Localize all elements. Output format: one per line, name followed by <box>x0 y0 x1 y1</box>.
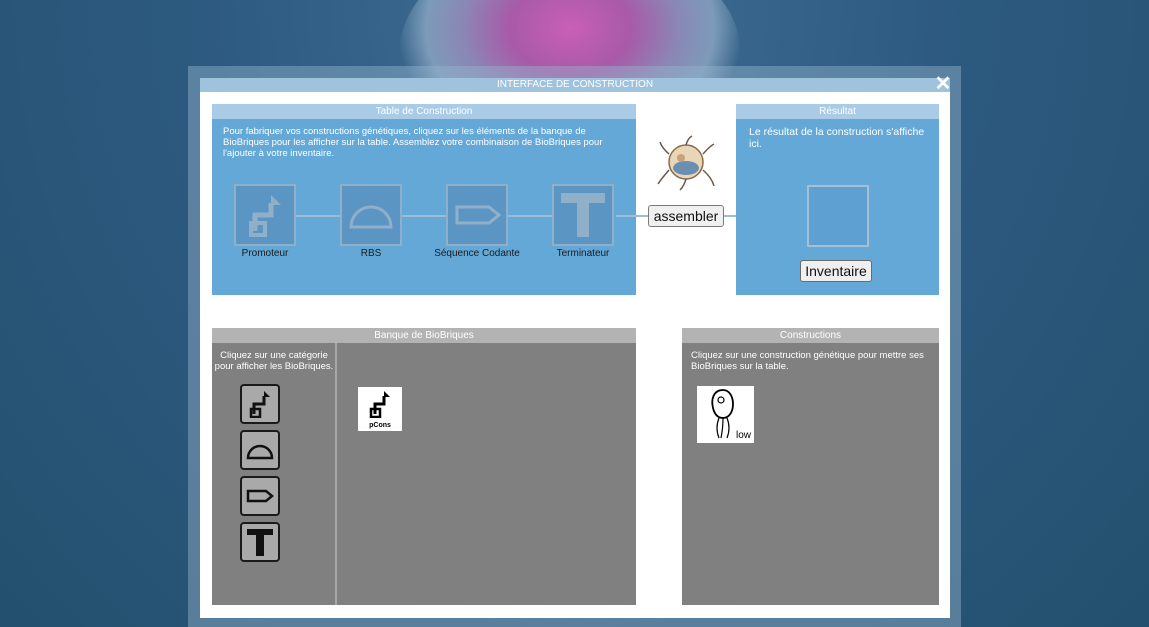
category-rbs-button[interactable] <box>240 430 280 470</box>
connector-line <box>402 215 448 217</box>
rbs-icon <box>246 444 274 460</box>
result-text: Le résultat de la construction s'affiche… <box>749 126 925 150</box>
construction-low[interactable]: low <box>697 386 754 443</box>
modal-title: INTERFACE DE CONSTRUCTION <box>200 78 950 92</box>
construction-table-instructions: Pour fabriquer vos constructions génétiq… <box>223 126 603 159</box>
biobrick-bank-panel: Banque de BioBriques Cliquez sur une cat… <box>212 328 636 605</box>
category-sidebar: Cliquez sur une catégorie pour afficher … <box>212 343 337 605</box>
close-button[interactable]: ✕ <box>934 74 952 94</box>
construction-label: low <box>735 430 751 441</box>
brick-label: pCons <box>369 422 391 429</box>
biobrick-bank-instructions: Cliquez sur une catégorie pour afficher … <box>214 350 334 372</box>
category-coding-sequence-button[interactable] <box>240 476 280 516</box>
constructions-instructions: Cliquez sur une construction génétique p… <box>691 350 924 372</box>
slot-label-rbs: RBS <box>360 248 382 259</box>
promoter-icon <box>249 391 270 418</box>
rbs-icon <box>349 205 393 229</box>
slot-label-coding-sequence: Séquence Codante <box>434 248 520 259</box>
terminator-icon <box>247 529 273 556</box>
slot-label-terminator: Terminateur <box>556 248 610 259</box>
slot-rbs[interactable] <box>340 184 402 246</box>
construction-table-title: Table de Construction <box>212 104 636 119</box>
terminator-icon <box>561 193 605 237</box>
coding-sequence-icon <box>455 205 501 225</box>
slot-label-promoter: Promoteur <box>241 248 289 259</box>
constructions-title: Constructions <box>682 328 939 343</box>
category-terminator-button[interactable] <box>240 522 280 562</box>
assemble-button[interactable]: assembler <box>648 205 724 227</box>
connector-line <box>296 215 342 217</box>
bacteriophage-icon <box>657 135 715 191</box>
constructions-panel: Constructions Cliquez sur une constructi… <box>682 328 939 605</box>
promoter-icon <box>369 391 390 418</box>
promoter-icon <box>249 195 281 237</box>
inventory-button[interactable]: Inventaire <box>800 260 872 282</box>
construction-interface-modal: INTERFACE DE CONSTRUCTION ✕ Table de Con… <box>200 74 952 618</box>
slot-coding-sequence[interactable] <box>446 184 508 246</box>
connector-line <box>616 215 650 217</box>
biobrick-bank-title: Banque de BioBriques <box>212 328 636 343</box>
connector-line <box>508 215 554 217</box>
construction-table-panel: Table de Construction Pour fabriquer vos… <box>212 104 636 295</box>
brick-pcons[interactable]: pCons <box>358 387 402 431</box>
slot-promoter[interactable] <box>234 184 296 246</box>
category-promoter-button[interactable] <box>240 384 280 424</box>
coding-sequence-icon <box>246 489 274 503</box>
result-slot <box>807 185 869 247</box>
bacterium-icon <box>711 389 734 439</box>
result-title: Résultat <box>736 104 939 119</box>
slot-terminator[interactable] <box>552 184 614 246</box>
